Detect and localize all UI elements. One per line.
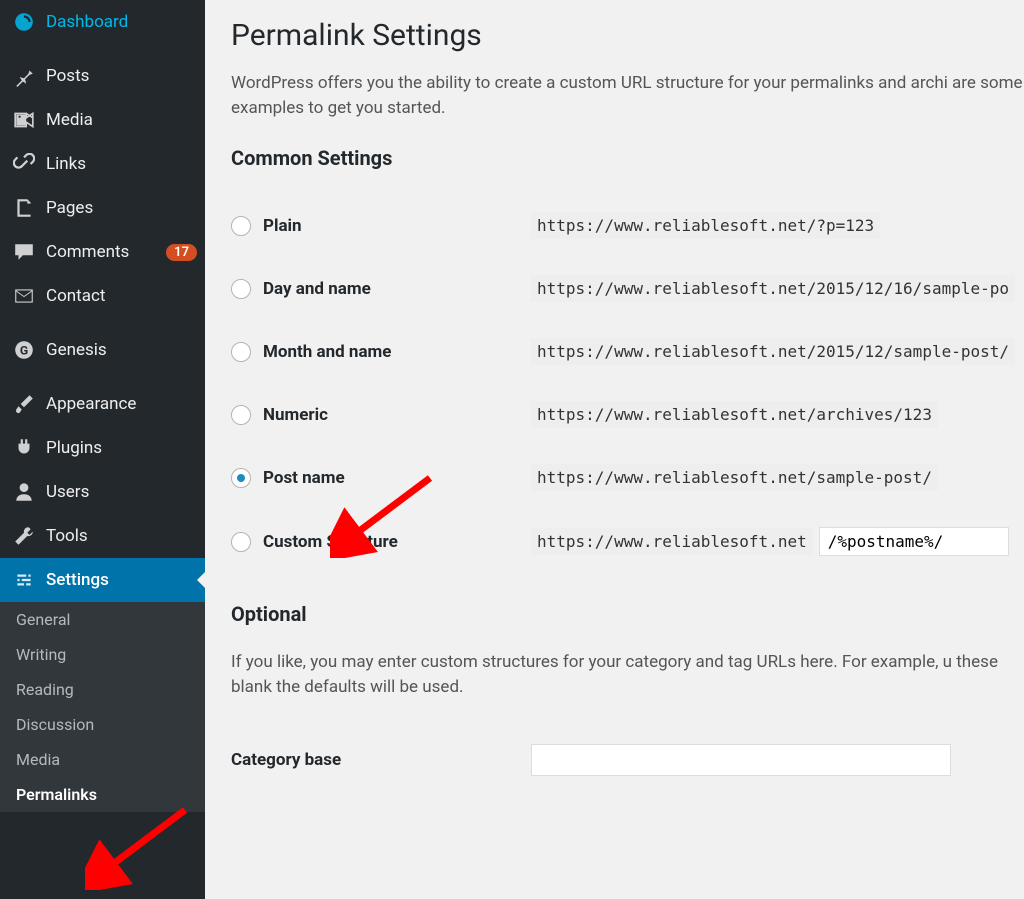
sidebar-item-label: Users bbox=[46, 482, 197, 502]
settings-submenu: General Writing Reading Discussion Media… bbox=[0, 602, 205, 812]
sidebar-item-label: Pages bbox=[46, 198, 197, 218]
radio-day-name[interactable] bbox=[231, 279, 251, 299]
sidebar-item-plugins[interactable]: Plugins bbox=[0, 426, 205, 470]
pin-icon bbox=[12, 64, 36, 88]
optional-description: If you like, you may enter custom struct… bbox=[231, 650, 1024, 699]
sidebar-item-comments[interactable]: Comments 17 bbox=[0, 230, 205, 274]
sidebar-item-label: Genesis bbox=[46, 340, 197, 360]
radio-label: Plain bbox=[263, 216, 302, 236]
main-content: Permalink Settings WordPress offers you … bbox=[205, 0, 1024, 899]
wrench-icon bbox=[12, 524, 36, 548]
radio-label: Month and name bbox=[263, 342, 391, 362]
optional-heading: Optional bbox=[231, 602, 1024, 626]
page-title: Permalink Settings bbox=[231, 18, 1024, 53]
comments-badge: 17 bbox=[166, 244, 197, 261]
radio-label: Custom Structure bbox=[263, 532, 398, 552]
submenu-item-general[interactable]: General bbox=[0, 602, 205, 637]
permalink-option-day-name: Day and name https://www.reliablesoft.ne… bbox=[231, 257, 1024, 320]
sidebar-item-label: Links bbox=[46, 154, 197, 174]
sidebar-item-label: Appearance bbox=[46, 394, 197, 414]
settings-icon bbox=[12, 568, 36, 592]
media-icon bbox=[12, 108, 36, 132]
submenu-item-reading[interactable]: Reading bbox=[0, 672, 205, 707]
sidebar-item-label: Media bbox=[46, 110, 197, 130]
sidebar-item-label: Settings bbox=[46, 570, 197, 590]
radio-numeric[interactable] bbox=[231, 405, 251, 425]
radio-label: Numeric bbox=[263, 405, 328, 425]
sidebar-item-label: Dashboard bbox=[46, 12, 197, 32]
radio-month-name[interactable] bbox=[231, 342, 251, 362]
page-icon bbox=[12, 196, 36, 220]
radio-post-name[interactable] bbox=[231, 468, 251, 488]
page-description: WordPress offers you the ability to crea… bbox=[231, 71, 1024, 120]
comment-icon bbox=[12, 240, 36, 264]
radio-plain[interactable] bbox=[231, 216, 251, 236]
radio-label: Day and name bbox=[263, 279, 371, 299]
sidebar-item-label: Posts bbox=[46, 66, 197, 86]
permalink-option-month-name: Month and name https://www.reliablesoft.… bbox=[231, 320, 1024, 383]
permalink-option-post-name: Post name https://www.reliablesoft.net/s… bbox=[231, 446, 1024, 509]
submenu-item-media[interactable]: Media bbox=[0, 742, 205, 777]
permalink-option-numeric: Numeric https://www.reliablesoft.net/arc… bbox=[231, 383, 1024, 446]
sidebar-item-label: Contact bbox=[46, 286, 197, 306]
admin-sidebar: Dashboard Posts Media Links Pages Commen… bbox=[0, 0, 205, 899]
custom-structure-input[interactable] bbox=[819, 527, 1009, 556]
svg-text:G: G bbox=[20, 343, 28, 357]
brush-icon bbox=[12, 392, 36, 416]
sidebar-item-genesis[interactable]: G Genesis bbox=[0, 328, 205, 372]
submenu-item-writing[interactable]: Writing bbox=[0, 637, 205, 672]
radio-label: Post name bbox=[263, 468, 345, 488]
radio-custom[interactable] bbox=[231, 532, 251, 552]
sidebar-item-label: Comments bbox=[46, 242, 160, 262]
category-base-row: Category base bbox=[231, 726, 1024, 794]
mail-icon bbox=[12, 284, 36, 308]
sidebar-item-media[interactable]: Media bbox=[0, 98, 205, 142]
sidebar-item-appearance[interactable]: Appearance bbox=[0, 382, 205, 426]
permalink-base-url: https://www.reliablesoft.net bbox=[531, 528, 813, 555]
common-settings-heading: Common Settings bbox=[231, 146, 1024, 170]
sidebar-item-settings[interactable]: Settings bbox=[0, 558, 205, 602]
sidebar-item-tools[interactable]: Tools bbox=[0, 514, 205, 558]
plug-icon bbox=[12, 436, 36, 460]
sidebar-item-dashboard[interactable]: Dashboard bbox=[0, 0, 205, 44]
genesis-icon: G bbox=[12, 338, 36, 362]
sidebar-item-label: Plugins bbox=[46, 438, 197, 458]
permalink-example: https://www.reliablesoft.net/sample-post… bbox=[531, 464, 938, 491]
sidebar-item-label: Tools bbox=[46, 526, 197, 546]
submenu-item-permalinks[interactable]: Permalinks bbox=[0, 777, 205, 812]
sidebar-item-posts[interactable]: Posts bbox=[0, 54, 205, 98]
permalink-example: https://www.reliablesoft.net/archives/12… bbox=[531, 401, 938, 428]
permalink-example: https://www.reliablesoft.net/2015/12/16/… bbox=[531, 275, 1015, 302]
sidebar-item-links[interactable]: Links bbox=[0, 142, 205, 186]
permalink-option-plain: Plain https://www.reliablesoft.net/?p=12… bbox=[231, 194, 1024, 257]
submenu-item-discussion[interactable]: Discussion bbox=[0, 707, 205, 742]
sidebar-item-pages[interactable]: Pages bbox=[0, 186, 205, 230]
link-icon bbox=[12, 152, 36, 176]
permalink-option-custom: Custom Structure https://www.reliablesof… bbox=[231, 509, 1024, 574]
sidebar-item-contact[interactable]: Contact bbox=[0, 274, 205, 318]
sidebar-item-users[interactable]: Users bbox=[0, 470, 205, 514]
category-base-label: Category base bbox=[231, 750, 531, 770]
dashboard-icon bbox=[12, 10, 36, 34]
permalink-example: https://www.reliablesoft.net/?p=123 bbox=[531, 212, 880, 239]
category-base-input[interactable] bbox=[531, 744, 951, 776]
user-icon bbox=[12, 480, 36, 504]
permalink-example: https://www.reliablesoft.net/2015/12/sam… bbox=[531, 338, 1015, 365]
